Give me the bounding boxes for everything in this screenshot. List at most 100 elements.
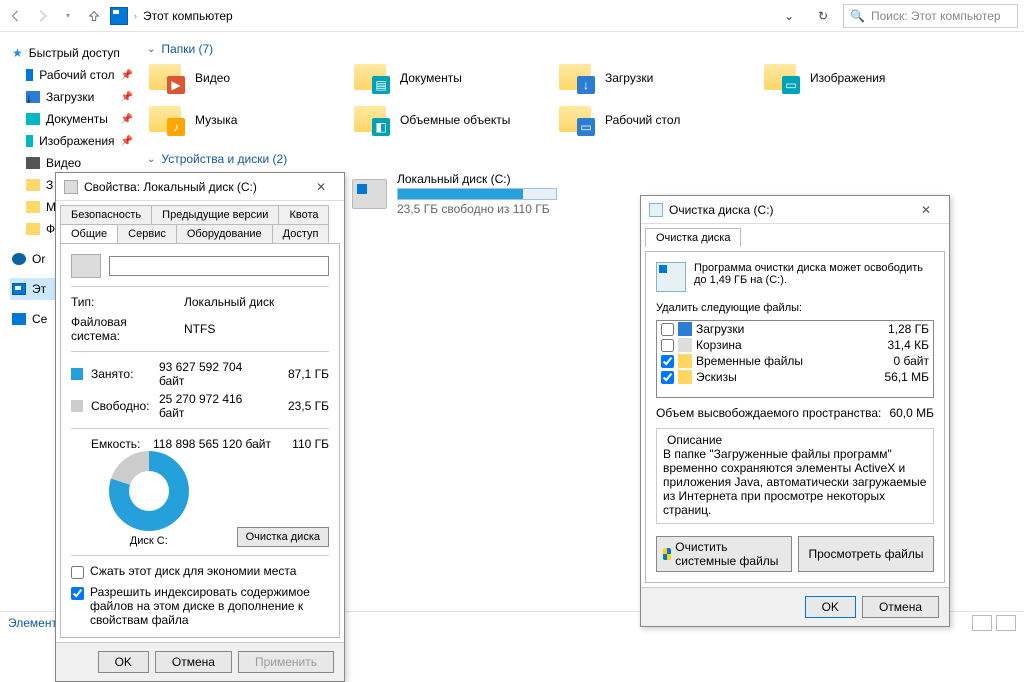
disk-cleanup-button[interactable]: Очистка диска xyxy=(237,527,329,547)
tab-security[interactable]: Безопасность xyxy=(60,205,152,224)
view-tiles-button[interactable] xyxy=(996,615,1016,631)
drive-icon xyxy=(352,179,387,209)
apply-button[interactable]: Применить xyxy=(238,651,334,673)
fs-label: Файловая система: xyxy=(71,315,176,343)
usage-pie-chart xyxy=(109,451,189,531)
list-item[interactable]: Корзина31,4 КБ xyxy=(657,337,933,353)
item-checkbox[interactable] xyxy=(661,339,674,352)
cancel-button[interactable]: Отмена xyxy=(155,651,232,673)
sidebar-downloads[interactable]: ↓Загрузки📌 xyxy=(10,86,135,108)
tab-sharing[interactable]: Доступ xyxy=(272,224,330,243)
nav-forward-button[interactable] xyxy=(32,6,52,26)
refresh-button[interactable]: ↻ xyxy=(809,9,837,23)
nav-back-button[interactable] xyxy=(6,6,26,26)
index-checkbox-row[interactable]: Разрешить индексировать содержимое файло… xyxy=(71,585,329,627)
folder-downloads[interactable]: ↓Загрузки xyxy=(557,62,762,94)
nav-recent-dropdown[interactable]: ▾ xyxy=(58,6,78,26)
folder-icon xyxy=(678,370,692,384)
dialog-title-text: Свойства: Локальный диск (C:) xyxy=(84,180,257,194)
index-checkbox[interactable] xyxy=(71,587,84,600)
cancel-button[interactable]: Отмена xyxy=(862,596,939,618)
address-bar[interactable]: Этот компьютер xyxy=(143,9,769,23)
compress-checkbox-row[interactable]: Сжать этот диск для экономии места xyxy=(71,564,329,579)
list-item[interactable]: Временные файлы0 байт xyxy=(657,353,933,369)
drive-name: Локальный диск (C:) xyxy=(397,172,557,186)
close-button[interactable]: ✕ xyxy=(911,203,941,217)
tab-prev-versions[interactable]: Предыдущие версии xyxy=(151,205,279,224)
drive-c[interactable]: Локальный диск (C:) 23,5 ГБ свободно из … xyxy=(352,172,557,216)
folder-icon xyxy=(26,179,40,191)
explorer-toolbar: ▾ › Этот компьютер ⌄ ↻ 🔍 Поиск: Этот ком… xyxy=(0,0,1024,32)
breadcrumb-sep-icon: › xyxy=(134,11,137,21)
folder-pictures[interactable]: ▭Изображения xyxy=(762,62,967,94)
cleanup-intro-text: Программа очистки диска может освободить… xyxy=(694,262,934,292)
sidebar-desktop[interactable]: Рабочий стол📌 xyxy=(10,64,135,86)
folder-icon: ▭ xyxy=(762,62,800,94)
used-label: Занято: xyxy=(91,367,151,381)
drive-icon xyxy=(64,180,78,194)
capacity-label: Емкость: xyxy=(71,437,143,451)
cloud-icon xyxy=(12,253,26,265)
total-label: Объем высвобождаемого пространства: xyxy=(656,406,881,420)
tab-tools[interactable]: Сервис xyxy=(117,224,177,243)
tab-cleanup[interactable]: Очистка диска xyxy=(645,228,741,247)
cleanup-file-list[interactable]: Загрузки1,28 ГБ Корзина31,4 КБ Временные… xyxy=(656,320,934,398)
nav-up-button[interactable] xyxy=(84,6,104,26)
folder-icon: ♪ xyxy=(147,104,185,136)
view-files-button[interactable]: Просмотреть файлы xyxy=(798,536,934,572)
description-fieldset: Описание В папке "Загруженные файлы прог… xyxy=(656,428,934,524)
folder-videos[interactable]: ▶Видео xyxy=(147,62,352,94)
folder-music[interactable]: ♪Музыка xyxy=(147,104,352,136)
pin-icon: 📌 xyxy=(121,114,133,125)
sidebar-videos[interactable]: Видео xyxy=(10,152,135,174)
tab-general[interactable]: Общие xyxy=(60,224,118,243)
search-input[interactable]: 🔍 Поиск: Этот компьютер xyxy=(843,4,1018,28)
folder-icon: ↓ xyxy=(557,62,595,94)
capacity-gb: 110 ГБ xyxy=(279,437,329,451)
item-checkbox[interactable] xyxy=(661,323,674,336)
folder-desktop[interactable]: ▭Рабочий стол xyxy=(557,104,762,136)
tab-quota[interactable]: Квота xyxy=(278,205,329,224)
folder-documents[interactable]: ▤Документы xyxy=(352,62,557,94)
download-icon: ↓ xyxy=(26,91,40,103)
delete-label: Удалить следующие файлы: xyxy=(656,302,934,314)
sidebar-documents[interactable]: Документы📌 xyxy=(10,108,135,130)
ok-button[interactable]: OK xyxy=(805,596,856,618)
chevron-down-icon: ⌄ xyxy=(147,44,155,55)
dialog-titlebar[interactable]: Очистка диска (C:) ✕ xyxy=(641,196,949,224)
used-gb: 87,1 ГБ xyxy=(279,367,329,381)
used-bytes: 93 627 592 704 байт xyxy=(159,360,271,388)
pin-icon: 📌 xyxy=(121,136,133,147)
clean-system-files-button[interactable]: Очистить системные файлы xyxy=(656,536,792,572)
ok-button[interactable]: OK xyxy=(98,651,149,673)
list-item[interactable]: Эскизы56,1 МБ xyxy=(657,369,933,385)
pin-icon: 📌 xyxy=(121,70,133,81)
folder-icon: ▭ xyxy=(557,104,595,136)
sidebar-quick-access[interactable]: ★Быстрый доступ xyxy=(10,42,135,64)
recycle-icon xyxy=(678,338,692,352)
fs-value: NTFS xyxy=(184,322,215,336)
item-checkbox[interactable] xyxy=(661,355,674,368)
dialog-titlebar[interactable]: Свойства: Локальный диск (C:) ✕ xyxy=(56,173,344,201)
cleanup-dialog: Очистка диска (C:) ✕ Очистка диска Прогр… xyxy=(640,195,950,627)
dialog-title-text: Очистка диска (C:) xyxy=(669,203,774,217)
compress-checkbox[interactable] xyxy=(71,566,84,579)
item-checkbox[interactable] xyxy=(661,371,674,384)
free-gb: 23,5 ГБ xyxy=(279,399,329,413)
sidebar-pictures[interactable]: Изображения📌 xyxy=(10,130,135,152)
drive-name-input[interactable] xyxy=(109,256,329,276)
star-icon: ★ xyxy=(12,46,23,60)
used-swatch xyxy=(71,368,83,380)
type-label: Тип: xyxy=(71,295,176,309)
pictures-icon xyxy=(26,135,33,147)
folder-3dobjects[interactable]: ◧Объемные объекты xyxy=(352,104,557,136)
view-details-button[interactable] xyxy=(972,615,992,631)
close-button[interactable]: ✕ xyxy=(306,180,336,194)
description-text: В папке "Загруженные файлы программ" вре… xyxy=(663,447,927,517)
tab-hardware[interactable]: Оборудование xyxy=(176,224,273,243)
group-devices-header[interactable]: ⌄Устройства и диски (2) xyxy=(147,152,1012,166)
list-item[interactable]: Загрузки1,28 ГБ xyxy=(657,321,933,337)
address-dropdown-button[interactable]: ⌄ xyxy=(775,9,803,23)
properties-tabs: Безопасность Предыдущие версии Квота Общ… xyxy=(56,201,344,243)
group-folders-header[interactable]: ⌄Папки (7) xyxy=(147,42,1012,56)
